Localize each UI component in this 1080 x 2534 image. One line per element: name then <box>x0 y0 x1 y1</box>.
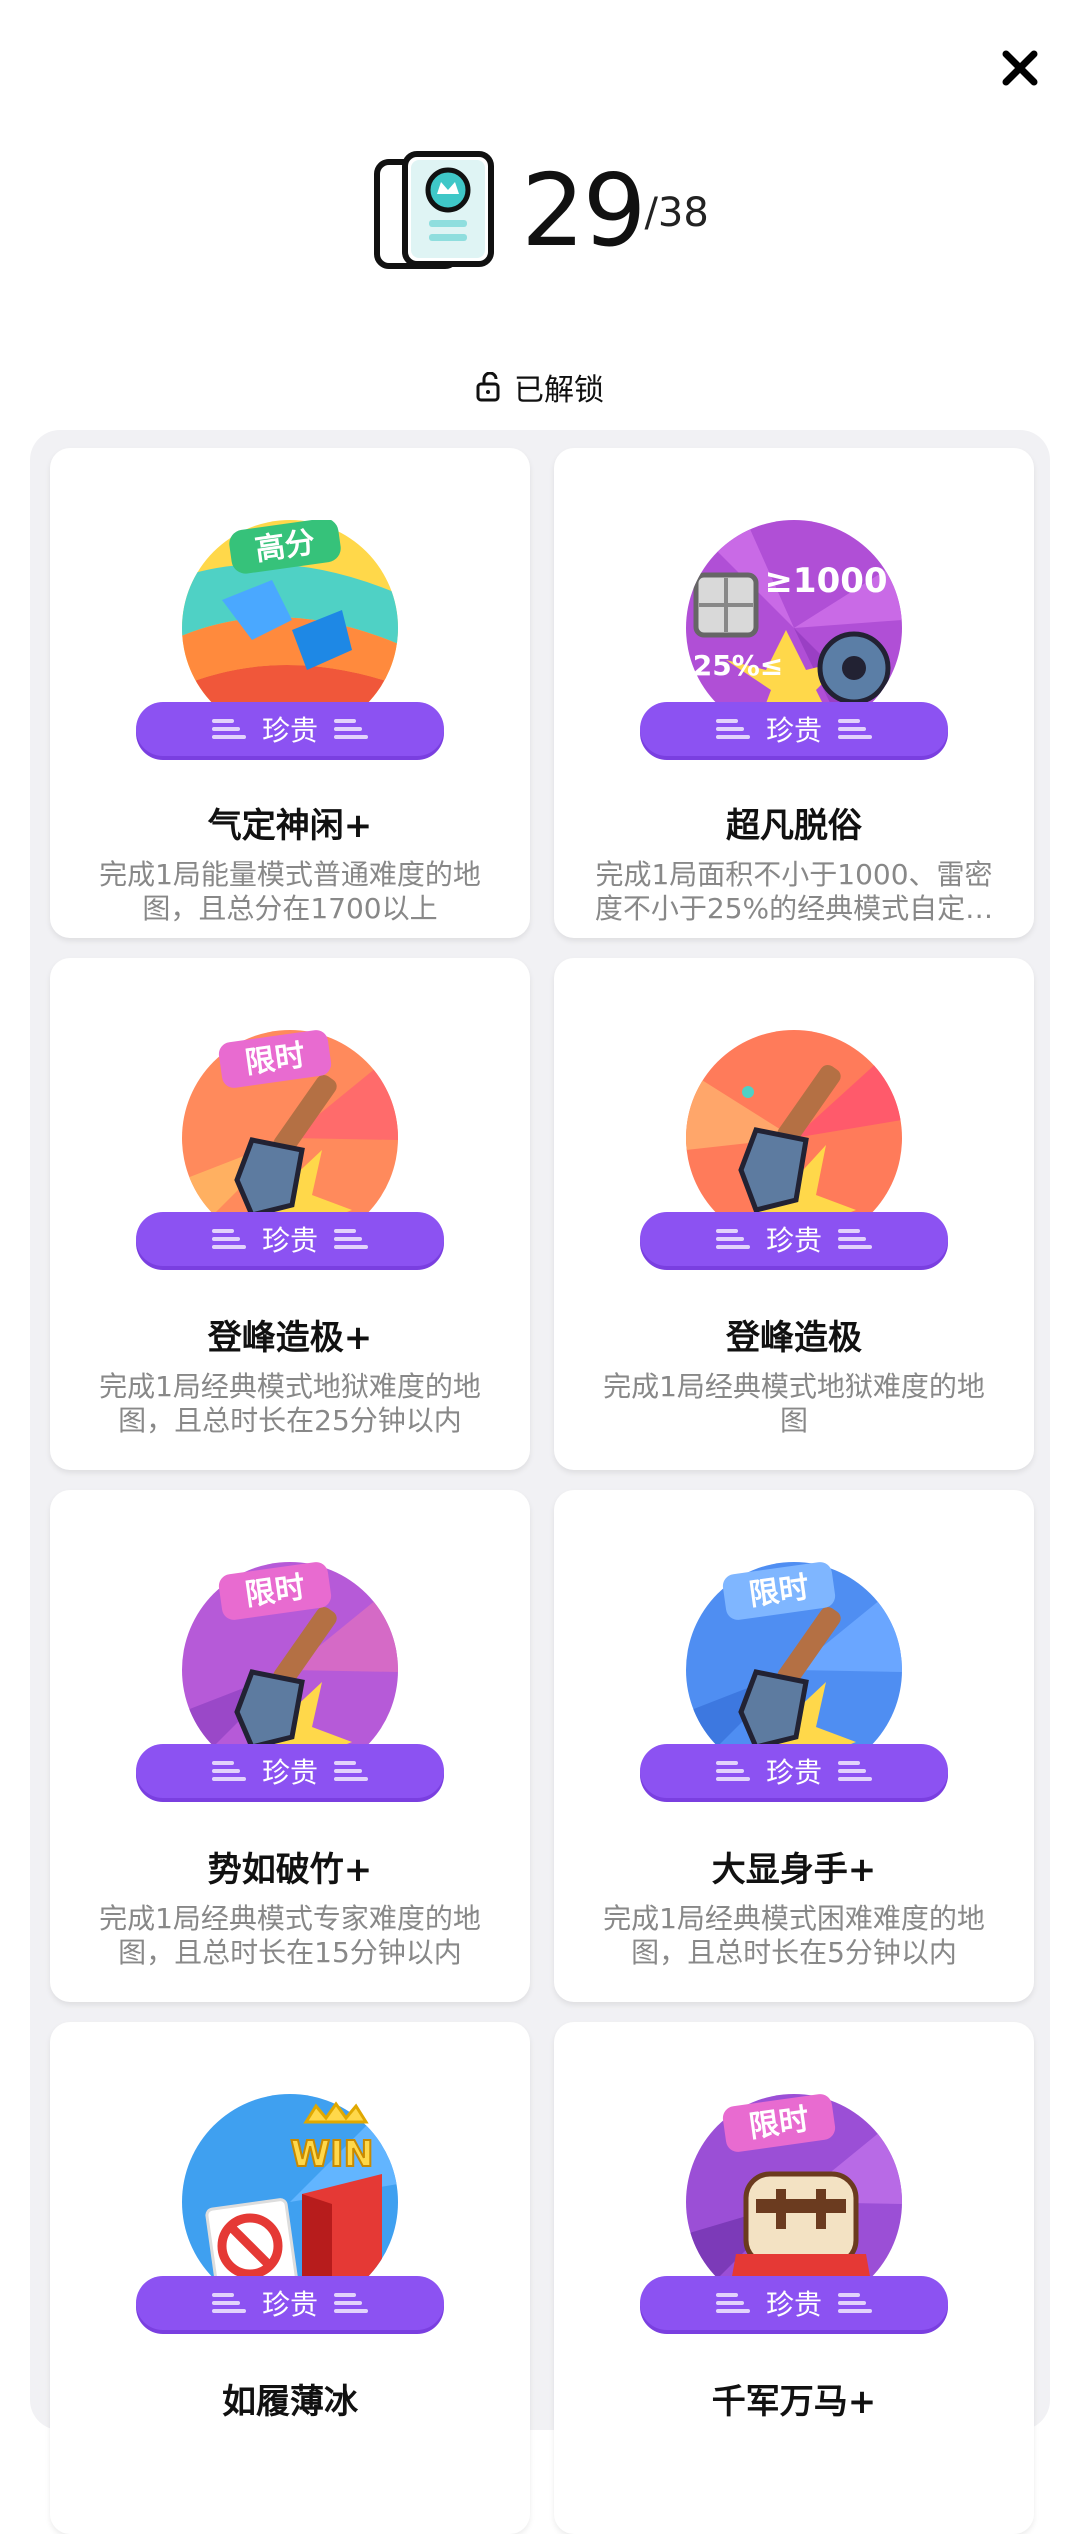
rarity-badge: 珍贵 <box>136 1212 444 1266</box>
achievement-title: 如履薄冰 <box>222 2382 358 2422</box>
stripes-left-icon <box>211 1229 246 1249</box>
stripes-right-icon <box>334 719 368 739</box>
stripes-left-icon <box>715 2293 750 2313</box>
unlocked-filter[interactable]: 已解锁 <box>0 362 1080 412</box>
stripes-right-icon <box>334 2293 368 2313</box>
rarity-badge: 珍贵 <box>640 702 948 756</box>
stripes-left-icon <box>715 1229 750 1249</box>
achievement-desc: 完成1局经典模式地狱难度的地图，且总时长在25分钟以内 <box>99 1370 481 1437</box>
stripes-right-icon <box>838 719 872 739</box>
achievement-card[interactable]: 珍贵 登峰造极 完成1局经典模式地狱难度的地图 <box>554 958 1034 1470</box>
unlocked-count: 29 <box>521 151 646 269</box>
achievement-counter: 29 /38 <box>0 140 1080 280</box>
unlock-icon <box>476 372 500 402</box>
achievement-desc: 完成1局经典模式困难难度的地图，且总时长在5分钟以内 <box>603 1902 985 1969</box>
stripes-left-icon <box>211 1761 246 1781</box>
achievement-grid: 高分 珍贵 气定神闲+ 完成1局能量模式普通难度的地图，且总分在1700以上 ≥… <box>50 448 1034 2534</box>
achievement-title: 千军万马+ <box>711 2382 877 2422</box>
achievement-title: 气定神闲+ <box>207 806 373 846</box>
achievement-title: 势如破竹+ <box>207 1850 373 1890</box>
achievement-desc: 完成1局能量模式普通难度的地图，且总分在1700以上 <box>99 858 481 925</box>
achievement-title: 大显身手+ <box>711 1850 877 1890</box>
stripes-left-icon <box>715 719 750 739</box>
achievement-cards-icon <box>374 151 495 269</box>
rarity-badge: 珍贵 <box>640 2276 948 2330</box>
achievement-card[interactable]: ≥1000 25%≤ 珍贵 超凡脱俗 完成1局面积不小于1000、雷密度不小于2… <box>554 448 1034 938</box>
svg-text:25%≤: 25%≤ <box>693 649 783 682</box>
rarity-badge: 珍贵 <box>640 1212 948 1266</box>
rarity-badge: 珍贵 <box>136 1744 444 1798</box>
stripes-right-icon <box>334 1229 368 1249</box>
achievement-desc: 完成1局面积不小于1000、雷密度不小于25%的经典模式自定义地图 <box>594 858 994 925</box>
achievement-card[interactable]: 限时 珍贵 大显身手+ 完成1局经典模式困难难度的地图，且总时长在5分钟以内 <box>554 1490 1034 2002</box>
unlocked-label: 已解锁 <box>514 373 604 408</box>
achievement-card[interactable]: 限时 珍贵 势如破竹+ 完成1局经典模式专家难度的地图，且总时长在15分钟以内 <box>50 1490 530 2002</box>
achievement-card[interactable]: 限时 珍贵 登峰造极+ 完成1局经典模式地狱难度的地图，且总时长在25分钟以内 <box>50 958 530 1470</box>
rarity-badge: 珍贵 <box>136 702 444 756</box>
close-icon <box>1002 50 1038 86</box>
svg-text:WIN: WIN <box>290 2134 373 2175</box>
rarity-badge: 珍贵 <box>136 2276 444 2330</box>
stripes-right-icon <box>838 1229 872 1249</box>
stripes-left-icon <box>211 719 246 739</box>
stripes-left-icon <box>715 1761 750 1781</box>
achievement-card[interactable]: WIN 珍贵 如履薄冰 <box>50 2022 530 2534</box>
svg-text:≥1000: ≥1000 <box>764 561 887 601</box>
stripes-right-icon <box>838 2293 872 2313</box>
achievement-card[interactable]: 限时 珍贵 千军万马+ <box>554 2022 1034 2534</box>
achievement-title: 登峰造极+ <box>207 1318 373 1358</box>
total-count: /38 <box>644 189 709 236</box>
achievement-title: 登峰造极 <box>726 1318 862 1358</box>
achievement-desc: 完成1局经典模式专家难度的地图，且总时长在15分钟以内 <box>99 1902 481 1969</box>
close-button[interactable] <box>998 46 1042 90</box>
achievement-card[interactable]: 高分 珍贵 气定神闲+ 完成1局能量模式普通难度的地图，且总分在1700以上 <box>50 448 530 938</box>
achievement-title: 超凡脱俗 <box>726 806 862 846</box>
stripes-right-icon <box>334 1761 368 1781</box>
achievement-desc: 完成1局经典模式地狱难度的地图 <box>603 1370 985 1437</box>
stripes-left-icon <box>211 2293 246 2313</box>
stripes-right-icon <box>838 1761 872 1781</box>
rarity-badge: 珍贵 <box>640 1744 948 1798</box>
